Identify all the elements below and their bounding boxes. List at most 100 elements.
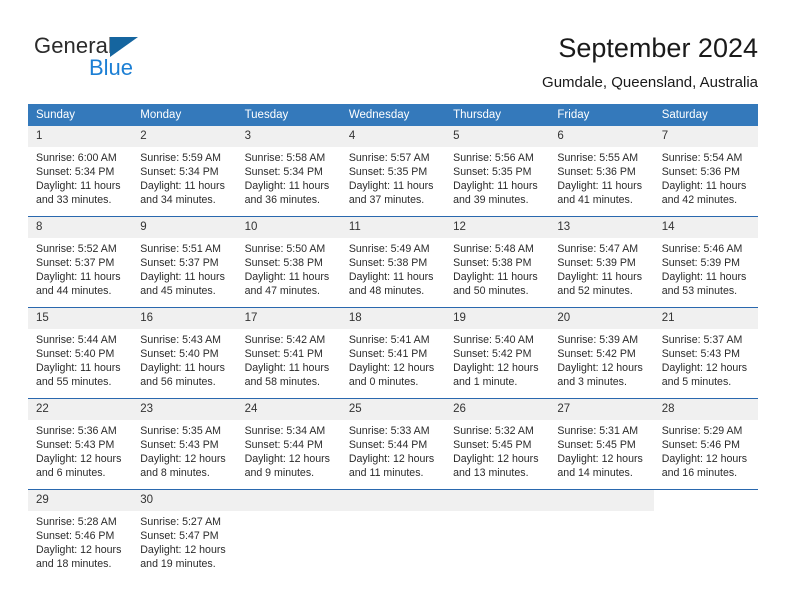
day-details: Sunrise: 5:59 AM Sunset: 5:34 PM Dayligh…: [132, 147, 236, 207]
day-number: 27: [549, 399, 654, 420]
day-details: Sunrise: 5:55 AM Sunset: 5:36 PM Dayligh…: [549, 147, 653, 207]
sunrise-text: Sunrise: 5:35 AM: [140, 425, 221, 437]
sunset-text: Sunset: 5:40 PM: [36, 348, 115, 361]
general-blue-logo[interactable]: General Blue: [34, 33, 224, 85]
day-number: 30: [132, 490, 237, 511]
calendar-week-row: 8 Sunrise: 5:52 AM Sunset: 5:37 PM Dayli…: [28, 216, 758, 308]
daylight-text-line2: and 19 minutes.: [140, 558, 216, 571]
sunrise-text: Sunrise: 5:32 AM: [453, 425, 534, 437]
day-number: 11: [340, 217, 446, 238]
day-cell[interactable]: 3 Sunrise: 5:58 AM Sunset: 5:34 PM Dayli…: [236, 126, 341, 217]
daylight-text-line2: and 9 minutes.: [244, 467, 315, 480]
page-title: September 2024: [558, 33, 758, 63]
daylight-text-line1: Daylight: 12 hours: [453, 453, 539, 466]
sunrise-text: Sunrise: 5:37 AM: [661, 334, 743, 346]
day-cell[interactable]: 15 Sunrise: 5:44 AM Sunset: 5:40 PM Dayl…: [28, 307, 133, 399]
sunset-text: Sunset: 5:34 PM: [140, 166, 219, 179]
day-cell[interactable]: 25 Sunrise: 5:33 AM Sunset: 5:44 PM Dayl…: [340, 398, 446, 490]
day-details: Sunrise: 5:29 AM Sunset: 5:46 PM Dayligh…: [654, 420, 758, 480]
day-cell[interactable]: 4 Sunrise: 5:57 AM Sunset: 5:35 PM Dayli…: [340, 126, 446, 217]
day-cell[interactable]: 20 Sunrise: 5:39 AM Sunset: 5:42 PM Dayl…: [549, 307, 654, 399]
day-cell[interactable]: 26 Sunrise: 5:32 AM Sunset: 5:45 PM Dayl…: [445, 398, 550, 490]
day-cell[interactable]: 7 Sunrise: 5:54 AM Sunset: 5:36 PM Dayli…: [653, 126, 758, 217]
day-cell[interactable]: 11 Sunrise: 5:49 AM Sunset: 5:38 PM Dayl…: [340, 216, 446, 308]
day-number: 10: [236, 217, 341, 238]
daylight-text-line1: Daylight: 11 hours: [36, 362, 121, 375]
sunrise-text: Sunrise: 5:42 AM: [244, 334, 326, 346]
day-cell-empty: [340, 489, 446, 580]
day-details: Sunrise: 5:51 AM Sunset: 5:37 PM Dayligh…: [132, 238, 236, 298]
day-cell[interactable]: 9 Sunrise: 5:51 AM Sunset: 5:37 PM Dayli…: [132, 216, 237, 308]
sunset-text: Sunset: 5:35 PM: [348, 166, 428, 179]
day-details: Sunrise: 5:46 AM Sunset: 5:39 PM Dayligh…: [654, 238, 758, 298]
daylight-text-line2: and 8 minutes.: [140, 467, 210, 480]
daylight-text-line2: and 36 minutes.: [244, 194, 320, 207]
day-cell[interactable]: 29 Sunrise: 5:28 AM Sunset: 5:46 PM Dayl…: [28, 489, 133, 580]
day-number: 13: [549, 217, 654, 238]
daylight-text-line2: and 48 minutes.: [348, 285, 425, 298]
daylight-text-line2: and 1 minute.: [453, 376, 518, 389]
day-details: Sunrise: 5:44 AM Sunset: 5:40 PM Dayligh…: [28, 329, 132, 389]
daylight-text-line1: Daylight: 11 hours: [140, 271, 225, 284]
day-cell[interactable]: 22 Sunrise: 5:36 AM Sunset: 5:43 PM Dayl…: [28, 398, 133, 490]
sunrise-text: Sunrise: 5:47 AM: [557, 243, 639, 255]
day-number: 4: [340, 126, 446, 147]
day-cell[interactable]: 24 Sunrise: 5:34 AM Sunset: 5:44 PM Dayl…: [236, 398, 341, 490]
sunset-text: Sunset: 5:38 PM: [244, 257, 323, 270]
day-cell[interactable]: 16 Sunrise: 5:43 AM Sunset: 5:40 PM Dayl…: [132, 307, 237, 399]
day-cell[interactable]: 5 Sunrise: 5:56 AM Sunset: 5:35 PM Dayli…: [445, 126, 550, 217]
day-details: Sunrise: 6:00 AM Sunset: 5:34 PM Dayligh…: [28, 147, 132, 207]
calendar-page: General Blue September 2024 Gumdale, Que…: [0, 0, 792, 612]
daylight-text-line2: and 39 minutes.: [453, 194, 529, 207]
sunrise-text: Sunrise: 5:27 AM: [140, 516, 221, 528]
day-number: 2: [132, 126, 237, 147]
day-details: Sunrise: 5:57 AM Sunset: 5:35 PM Dayligh…: [341, 147, 445, 207]
sunset-text: Sunset: 5:40 PM: [140, 348, 219, 361]
day-details: Sunrise: 5:43 AM Sunset: 5:40 PM Dayligh…: [132, 329, 236, 389]
day-cell[interactable]: 30 Sunrise: 5:27 AM Sunset: 5:47 PM Dayl…: [132, 489, 237, 580]
day-cell[interactable]: 28 Sunrise: 5:29 AM Sunset: 5:46 PM Dayl…: [653, 398, 758, 490]
sunset-text: Sunset: 5:45 PM: [557, 439, 636, 452]
day-cell[interactable]: 13 Sunrise: 5:47 AM Sunset: 5:39 PM Dayl…: [549, 216, 654, 308]
calendar-week-row: 1 Sunrise: 6:00 AM Sunset: 5:34 PM Dayli…: [28, 126, 758, 217]
day-cell[interactable]: 17 Sunrise: 5:42 AM Sunset: 5:41 PM Dayl…: [236, 307, 341, 399]
day-details: Sunrise: 5:47 AM Sunset: 5:39 PM Dayligh…: [549, 238, 653, 298]
day-cell[interactable]: 23 Sunrise: 5:35 AM Sunset: 5:43 PM Dayl…: [132, 398, 237, 490]
sunset-text: Sunset: 5:43 PM: [661, 348, 741, 361]
day-cell[interactable]: 18 Sunrise: 5:41 AM Sunset: 5:41 PM Dayl…: [340, 307, 446, 399]
day-details: Sunrise: 5:32 AM Sunset: 5:45 PM Dayligh…: [445, 420, 549, 480]
sunrise-text: Sunrise: 5:51 AM: [140, 243, 221, 255]
day-cell[interactable]: 10 Sunrise: 5:50 AM Sunset: 5:38 PM Dayl…: [236, 216, 341, 308]
calendar-week-row: 22 Sunrise: 5:36 AM Sunset: 5:43 PM Dayl…: [28, 398, 758, 490]
day-cell[interactable]: 6 Sunrise: 5:55 AM Sunset: 5:36 PM Dayli…: [549, 126, 654, 217]
day-cell[interactable]: 27 Sunrise: 5:31 AM Sunset: 5:45 PM Dayl…: [549, 398, 654, 490]
daylight-text-line2: and 58 minutes.: [244, 376, 320, 389]
day-number: [549, 490, 654, 511]
day-details: Sunrise: 5:31 AM Sunset: 5:45 PM Dayligh…: [549, 420, 653, 480]
day-cell[interactable]: 19 Sunrise: 5:40 AM Sunset: 5:42 PM Dayl…: [445, 307, 550, 399]
day-cell[interactable]: 8 Sunrise: 5:52 AM Sunset: 5:37 PM Dayli…: [28, 216, 133, 308]
daylight-text-line2: and 41 minutes.: [557, 194, 633, 207]
day-cell[interactable]: 12 Sunrise: 5:48 AM Sunset: 5:38 PM Dayl…: [445, 216, 550, 308]
calendar-week-row: 15 Sunrise: 5:44 AM Sunset: 5:40 PM Dayl…: [28, 307, 758, 399]
day-cell[interactable]: 1 Sunrise: 6:00 AM Sunset: 5:34 PM Dayli…: [28, 126, 133, 217]
day-cell[interactable]: 2 Sunrise: 5:59 AM Sunset: 5:34 PM Dayli…: [132, 126, 237, 217]
sunrise-text: Sunrise: 5:49 AM: [348, 243, 430, 255]
sunrise-text: Sunrise: 5:40 AM: [453, 334, 534, 346]
calendar-header-row: Sunday Monday Tuesday Wednesday Thursday…: [28, 104, 758, 126]
daylight-text-line2: and 53 minutes.: [661, 285, 738, 298]
day-number: 17: [236, 308, 341, 329]
day-number: 22: [28, 399, 133, 420]
day-cell[interactable]: 21 Sunrise: 5:37 AM Sunset: 5:43 PM Dayl…: [653, 307, 758, 399]
daylight-text-line1: Daylight: 12 hours: [36, 544, 122, 557]
day-details: Sunrise: 5:27 AM Sunset: 5:47 PM Dayligh…: [132, 511, 236, 571]
day-cell[interactable]: 14 Sunrise: 5:46 AM Sunset: 5:39 PM Dayl…: [653, 216, 758, 308]
day-details: Sunrise: 5:41 AM Sunset: 5:41 PM Dayligh…: [341, 329, 445, 389]
day-number: 29: [28, 490, 133, 511]
day-number: 7: [653, 126, 758, 147]
daylight-text-line1: Daylight: 11 hours: [348, 180, 434, 193]
sunset-text: Sunset: 5:34 PM: [244, 166, 323, 179]
sunset-text: Sunset: 5:45 PM: [453, 439, 532, 452]
sunrise-text: Sunrise: 5:33 AM: [348, 425, 430, 437]
sunrise-text: Sunrise: 5:39 AM: [557, 334, 639, 346]
